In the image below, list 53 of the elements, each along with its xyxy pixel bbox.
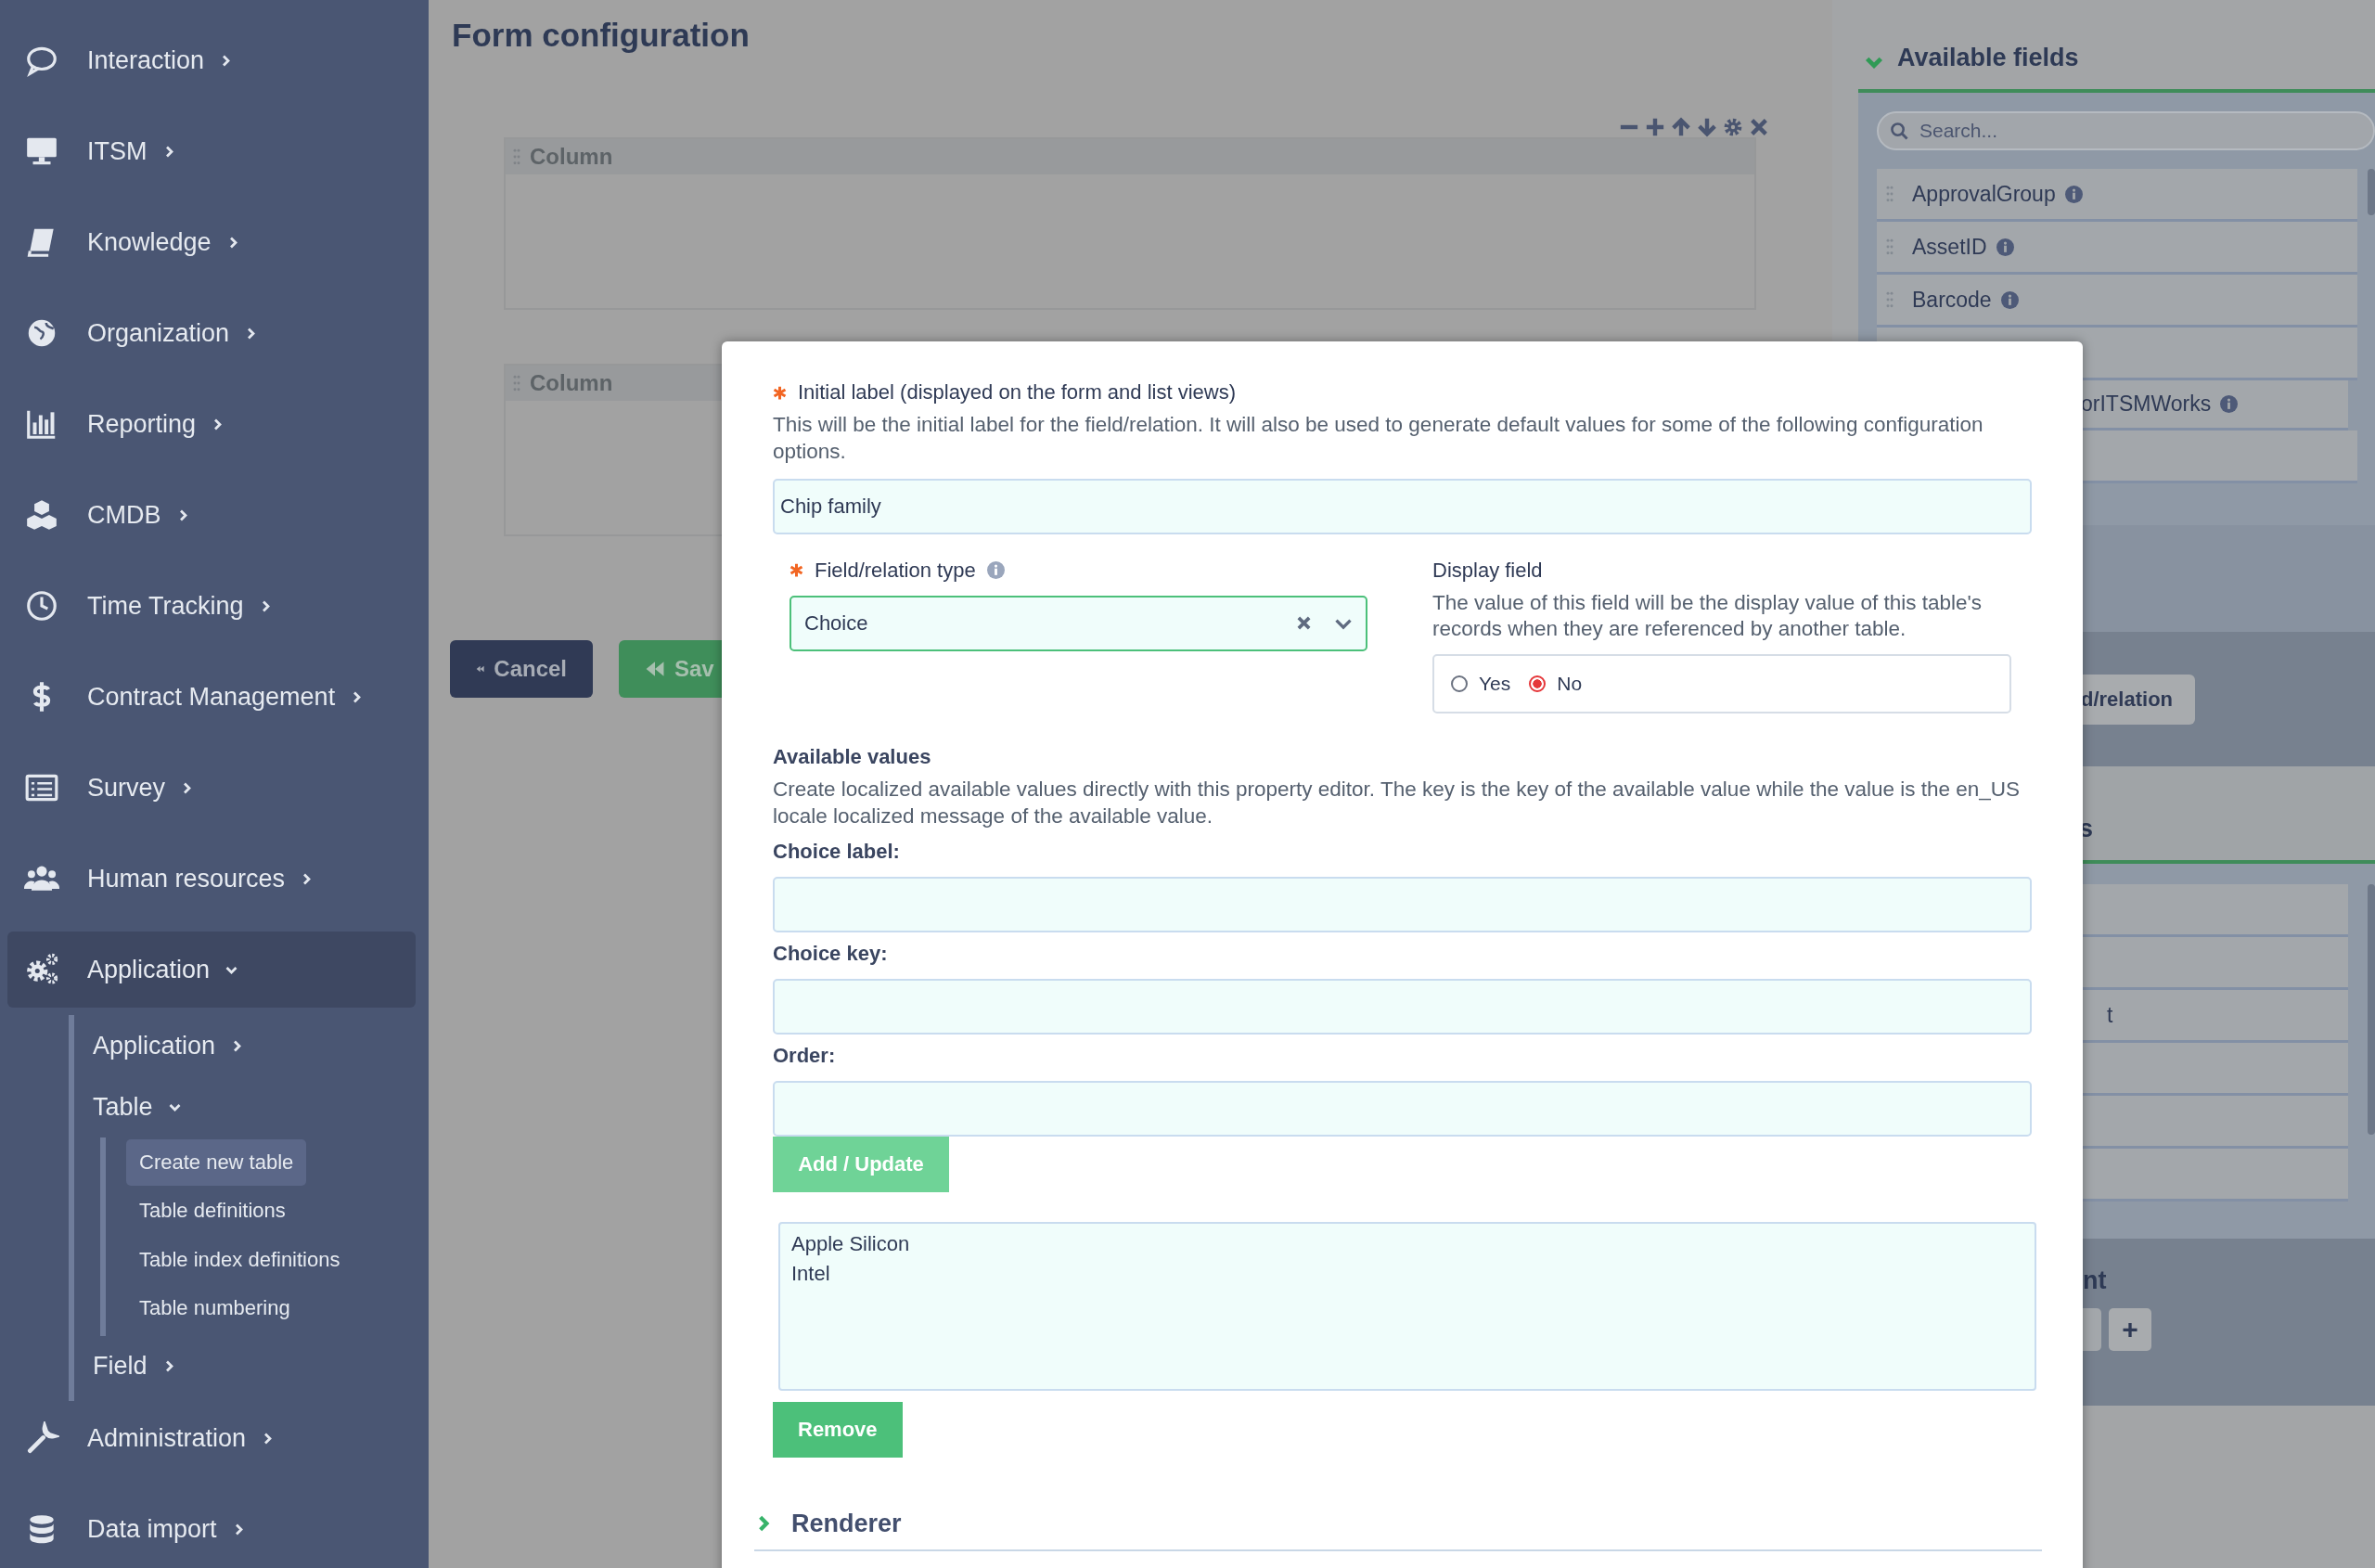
type-select[interactable]: Choice: [790, 595, 1367, 651]
sidebar-item[interactable]: ITSM: [7, 113, 416, 189]
sidebar-item[interactable]: Reporting: [7, 386, 416, 462]
sidebar-item[interactable]: Survey: [7, 750, 416, 826]
sidebar-item[interactable]: Table definitions: [126, 1188, 299, 1235]
input-field[interactable]: Chip family: [773, 478, 2032, 534]
sidebar-item[interactable]: Organization: [7, 295, 416, 371]
list-row[interactable]: Barcode: [1877, 275, 2357, 328]
list-option[interactable]: Apple Silicon: [791, 1228, 2023, 1259]
add-button[interactable]: +: [2109, 1308, 2151, 1351]
accordion-header[interactable]: Renderer: [754, 1503, 2042, 1551]
list-row[interactable]: AssetID: [1877, 222, 2357, 275]
field-name: t: [2107, 1002, 2113, 1028]
sidebar-item[interactable]: Table: [74, 1076, 429, 1137]
panel-title: Available fields: [1897, 44, 2079, 72]
field-label: Choice key:: [773, 941, 889, 966]
section-title: Available values: [773, 745, 932, 770]
sidebar-item[interactable]: Time Tracking: [7, 568, 416, 644]
sidebar-item[interactable]: Table numbering: [126, 1285, 303, 1332]
field-name: AssetID: [1912, 234, 1987, 260]
values-list[interactable]: Apple Silicon Intel: [778, 1221, 2036, 1391]
sidebar-item[interactable]: Application: [7, 932, 416, 1008]
field-label: Initial label (displayed on the form and list views): [798, 380, 1236, 405]
sidebar-item[interactable]: Administration: [7, 1400, 416, 1477]
sidebar-item[interactable]: Contract Management: [7, 659, 416, 735]
section-title: nt: [2083, 1266, 2108, 1295]
sidebar-item[interactable]: Data import: [7, 1491, 416, 1568]
help-text: Create localized available values directly with this property editor. The key is the key of the available value while the value is the en_US locale localized message of the available value.: [773, 777, 2022, 829]
sidebar-item[interactable]: Human resources: [7, 841, 416, 917]
sidebar-item[interactable]: Application: [74, 1015, 429, 1076]
sidebar-item[interactable]: Interaction: [7, 22, 416, 98]
cancel-button[interactable]: Cancel: [450, 640, 593, 698]
column-title: Column: [530, 370, 613, 396]
field-label: Display field: [1432, 558, 1543, 583]
sidebar-item[interactable]: Table index definitions: [126, 1236, 353, 1284]
field-name: ApprovalGroup: [1912, 181, 2056, 207]
page-title: Form configuration: [452, 17, 751, 54]
list-row[interactable]: ApprovalGroup: [1877, 169, 2357, 222]
radio-option[interactable]: Yes: [1451, 673, 1511, 696]
search-field[interactable]: Search...: [1877, 111, 2375, 150]
sidebar-item[interactable]: Create new table: [126, 1139, 307, 1187]
field-label: Order:: [773, 1043, 837, 1068]
column-title: Column: [530, 144, 613, 170]
list-option[interactable]: Intel: [791, 1258, 2023, 1289]
sidebar-item[interactable]: CMDB: [7, 477, 416, 553]
sidebar-item[interactable]: Field: [74, 1335, 429, 1397]
sidebar-item[interactable]: Knowledge: [7, 204, 416, 280]
field-name: Barcode: [1912, 287, 1992, 313]
field-label: Choice label:: [773, 839, 901, 864]
radio-option[interactable]: No: [1529, 673, 1583, 696]
field-label: Field/relation type: [815, 558, 976, 583]
field-name: orITSMWorks: [2081, 392, 2212, 417]
help-text: The value of this field will be the display value of this table's records when they are referenced by another table.: [1432, 589, 1983, 643]
